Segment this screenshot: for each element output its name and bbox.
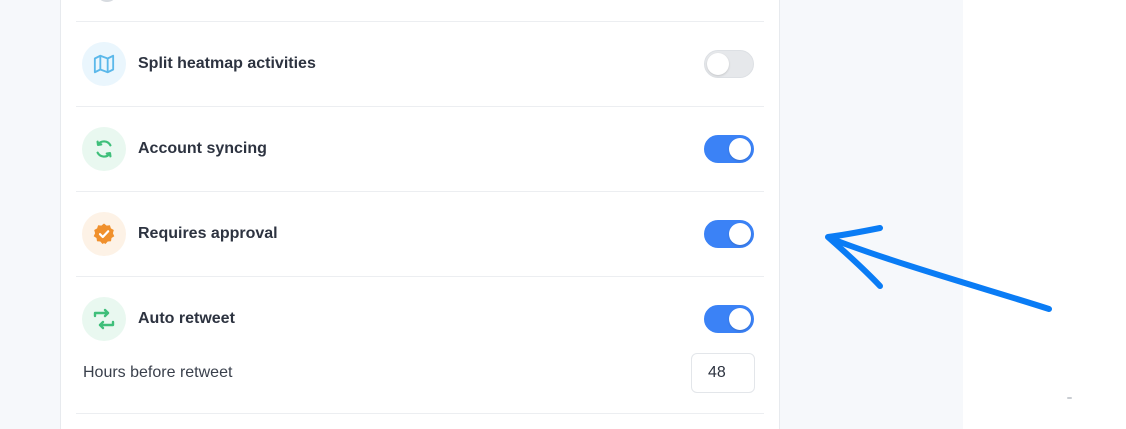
decorative-mark xyxy=(1067,397,1072,399)
annotation-arrow xyxy=(825,225,1052,312)
screen: Split heatmap activities Account syncing xyxy=(0,0,1126,429)
